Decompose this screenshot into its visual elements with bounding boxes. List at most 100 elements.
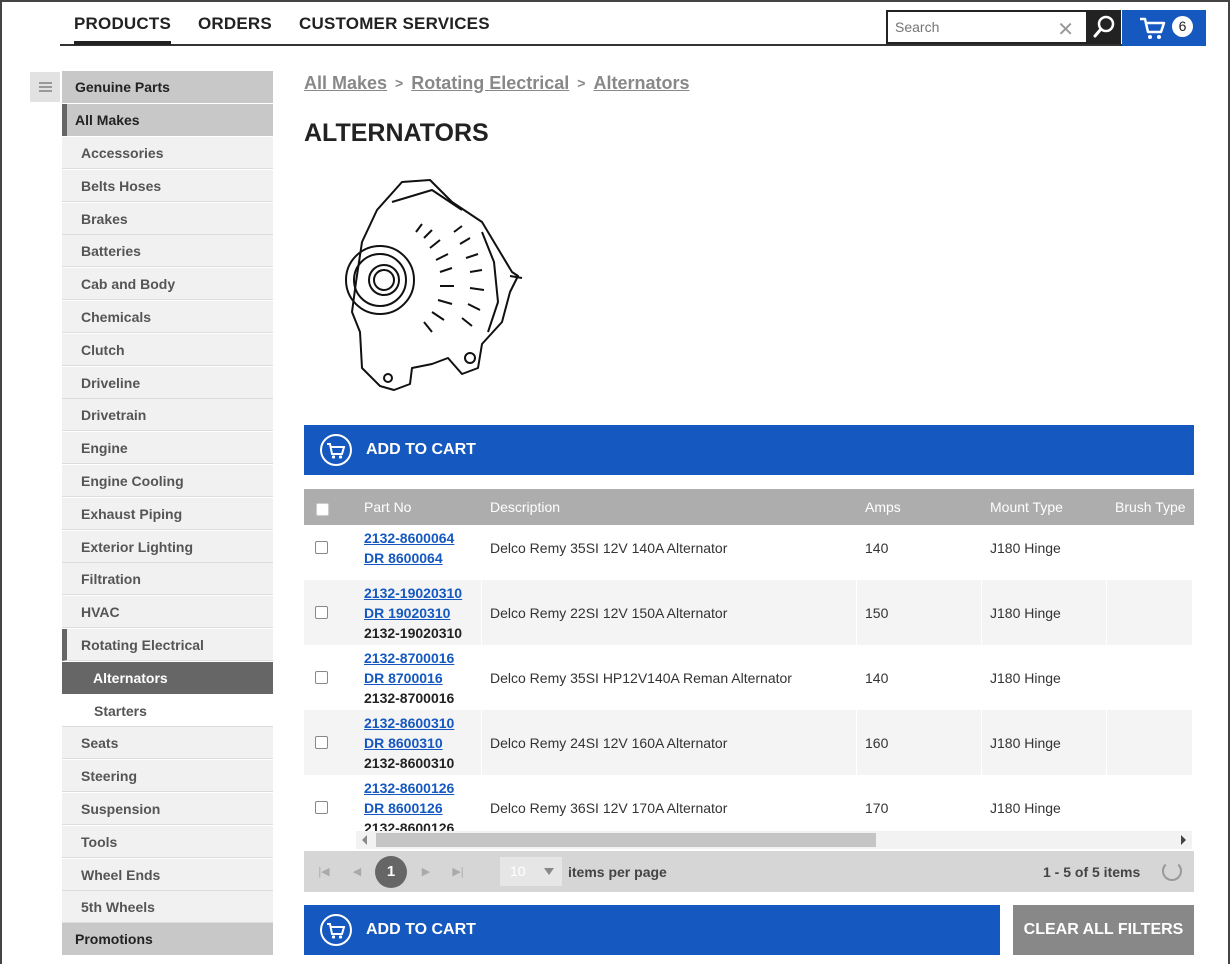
description-cell: Delco Remy 22SI 12V 150A Alternator xyxy=(490,604,728,621)
search-box: ✕ xyxy=(886,10,1088,44)
nav-products[interactable]: PRODUCTS xyxy=(74,14,171,45)
alt-part-number-link[interactable]: DR 8600064 xyxy=(364,548,454,568)
part-number-text: 2132-8700016 xyxy=(364,689,455,706)
add-to-cart-label: ADD TO CART xyxy=(366,441,476,458)
row-checkbox[interactable] xyxy=(315,605,328,619)
row-checkbox[interactable] xyxy=(315,670,328,684)
add-to-cart-button-top[interactable]: ADD TO CART xyxy=(304,425,1194,475)
sidebar-item-brakes[interactable]: Brakes xyxy=(62,202,273,235)
sidebar-promotions[interactable]: Promotions xyxy=(62,923,273,955)
column-brush-type[interactable]: Brush Type xyxy=(1115,499,1186,515)
scroll-left-icon[interactable] xyxy=(362,835,367,845)
sidebar-item-engine-cooling[interactable]: Engine Cooling xyxy=(62,465,273,497)
alt-part-number-link[interactable]: DR 19020310 xyxy=(364,603,462,623)
current-page-button[interactable]: 1 xyxy=(375,856,407,888)
column-divider xyxy=(981,645,982,710)
select-all-checkbox[interactable] xyxy=(316,503,329,516)
page-frame: PRODUCTS ORDERS CUSTOMER SERVICES ✕ 6 Ge… xyxy=(0,0,1230,964)
sidebar-all-makes[interactable]: All Makes xyxy=(62,104,273,136)
sidebar-item-accessories[interactable]: Accessories xyxy=(62,137,273,169)
table-row: 2132-8700016 DR 8700016 2132-8700016 Delco … xyxy=(304,645,1192,710)
sidebar-item-alternators[interactable]: Alternators xyxy=(62,661,273,694)
refresh-icon[interactable] xyxy=(1162,861,1182,881)
sidebar-item-drivetrain[interactable]: Drivetrain xyxy=(62,399,273,432)
part-number-link[interactable]: 2132-19020310 xyxy=(364,583,462,603)
nav-orders[interactable]: ORDERS xyxy=(198,14,272,34)
part-number-link[interactable]: 2132-8600310 xyxy=(364,713,454,733)
column-divider xyxy=(481,645,482,710)
scroll-right-icon[interactable] xyxy=(1181,835,1186,845)
sidebar-item-exhaust-piping[interactable]: Exhaust Piping xyxy=(62,497,273,530)
last-page-icon[interactable]: ▶| xyxy=(443,857,473,887)
column-divider xyxy=(481,710,482,775)
column-mount-type[interactable]: Mount Type xyxy=(990,499,1063,515)
alt-part-number-link[interactable]: DR 8600310 xyxy=(364,733,454,753)
page-size-value: 10 xyxy=(510,863,526,879)
sidebar-item-seats[interactable]: Seats xyxy=(62,727,273,760)
row-checkbox[interactable] xyxy=(315,800,328,814)
cart-button[interactable] xyxy=(1122,10,1206,46)
first-page-icon[interactable]: |◀ xyxy=(309,857,339,887)
column-divider xyxy=(481,525,482,570)
column-description[interactable]: Description xyxy=(490,499,560,515)
clear-all-filters-button[interactable]: CLEAR ALL FILTERS xyxy=(1013,905,1194,955)
column-divider xyxy=(856,580,857,645)
sidebar-item-cab-and-body[interactable]: Cab and Body xyxy=(62,268,273,301)
table-row: 2132-8600310 DR 8600310 2132-8600310 Delco … xyxy=(304,710,1192,775)
nav-customer-services[interactable]: CUSTOMER SERVICES xyxy=(299,14,490,34)
scrollbar-thumb[interactable] xyxy=(376,833,876,847)
breadcrumb-all-makes[interactable]: All Makes xyxy=(304,73,387,93)
clear-search-icon[interactable]: ✕ xyxy=(1057,17,1074,42)
amps-cell: 160 xyxy=(865,734,889,751)
alt-part-number-link[interactable]: DR 8700016 xyxy=(364,668,454,688)
sidebar-item-rotating-electrical[interactable]: Rotating Electrical xyxy=(62,629,273,661)
next-page-icon[interactable]: ▶ xyxy=(411,857,441,887)
description-cell: Delco Remy 35SI 12V 140A Alternator xyxy=(490,539,728,556)
cart-circle-icon xyxy=(320,434,352,466)
sidebar-item-5th-wheels[interactable]: 5th Wheels xyxy=(62,891,273,924)
sidebar-item-belts-hoses[interactable]: Belts Hoses xyxy=(62,169,273,202)
sidebar-item-engine[interactable]: Engine xyxy=(62,432,273,465)
sidebar-item-filtration[interactable]: Filtration xyxy=(62,563,273,596)
part-number-link[interactable]: 2132-8700016 xyxy=(364,648,454,668)
sidebar-item-exterior-lighting[interactable]: Exterior Lighting xyxy=(62,530,273,563)
pager-info: 1 - 5 of 5 items xyxy=(1043,864,1141,880)
column-amps[interactable]: Amps xyxy=(865,499,901,515)
horizontal-scrollbar[interactable] xyxy=(356,831,1192,849)
sidebar-item-clutch[interactable]: Clutch xyxy=(62,333,273,366)
column-divider xyxy=(856,525,857,570)
column-part-no[interactable]: Part No xyxy=(364,499,411,515)
sidebar-item-batteries[interactable]: Batteries xyxy=(62,235,273,268)
mount-type-cell: J180 Hinge xyxy=(990,539,1061,556)
description-cell: Delco Remy 35SI HP12V140A Reman Alternat… xyxy=(490,669,792,686)
sidebar-item-steering[interactable]: Steering xyxy=(62,760,273,793)
breadcrumb-alternators[interactable]: Alternators xyxy=(593,73,689,93)
sidebar-genuine-parts[interactable]: Genuine Parts xyxy=(62,71,273,103)
grid-header: Part No Description Amps Mount Type Brus… xyxy=(304,489,1194,525)
sidebar-item-wheel-ends[interactable]: Wheel Ends xyxy=(62,858,273,891)
previous-page-icon[interactable]: ◀ xyxy=(342,857,372,887)
breadcrumb-separator: > xyxy=(577,75,586,91)
sidebar-item-hvac[interactable]: HVAC xyxy=(62,596,273,629)
part-number-cell: 2132-8600310 DR 8600310 2132-8600310 xyxy=(364,713,454,773)
search-button[interactable] xyxy=(1087,10,1121,44)
part-number-link[interactable]: 2132-8600064 xyxy=(364,528,454,548)
part-number-cell: 2132-8700016 DR 8700016 2132-8700016 xyxy=(364,648,454,708)
breadcrumb-rotating-electrical[interactable]: Rotating Electrical xyxy=(411,73,569,93)
menu-toggle-button[interactable] xyxy=(30,72,60,102)
page-size-select[interactable]: 10 xyxy=(500,857,562,886)
alt-part-number-link[interactable]: DR 8600126 xyxy=(364,798,454,818)
sidebar-item-driveline[interactable]: Driveline xyxy=(62,366,273,399)
part-number-link[interactable]: 2132-8600126 xyxy=(364,778,454,798)
sidebar-item-chemicals[interactable]: Chemicals xyxy=(62,301,273,333)
add-to-cart-button-bottom[interactable]: ADD TO CART xyxy=(304,905,1000,955)
part-number-cell: 2132-8600126 DR 8600126 2132-8600126 xyxy=(364,778,454,838)
search-input[interactable] xyxy=(888,12,1048,42)
chevron-down-icon xyxy=(544,868,554,875)
sidebar-item-starters[interactable]: Starters xyxy=(62,694,273,727)
sidebar-item-suspension[interactable]: Suspension xyxy=(62,793,273,825)
column-divider xyxy=(1106,525,1107,570)
sidebar-item-tools[interactable]: Tools xyxy=(62,825,273,858)
row-checkbox[interactable] xyxy=(315,735,328,749)
row-checkbox[interactable] xyxy=(315,540,328,554)
